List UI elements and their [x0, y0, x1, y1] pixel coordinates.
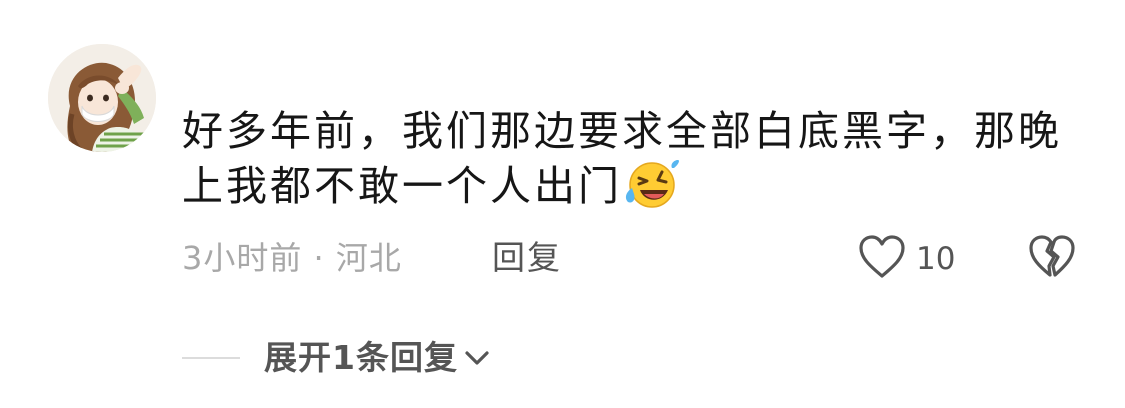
expand-replies-button[interactable]: 展开1条回复: [264, 336, 492, 380]
comment-location: 河北: [335, 239, 402, 277]
username-redacted: [182, 46, 382, 80]
avatar[interactable]: [48, 44, 156, 152]
comment-text: 好多年前，我们那边要求全部白底黑字，那晚上我都不敢一个人出门: [182, 104, 1082, 214]
comment-body: 好多年前，我们那边要求全部白底黑字，那晚上我都不敢一个人出门: [182, 107, 1062, 210]
meta-separator: ·: [313, 239, 325, 277]
reply-button[interactable]: 回复: [492, 236, 562, 280]
expand-replies-label: 展开1条回复: [264, 338, 458, 377]
rolling-on-floor-laughing-emoji: [625, 160, 679, 208]
like-count: 10: [916, 241, 956, 277]
broken-heart-icon[interactable]: [1028, 234, 1076, 280]
replies-divider: [182, 357, 240, 359]
chevron-down-icon: [465, 351, 489, 365]
user-avatar-illustration: [48, 44, 156, 152]
heart-outline-icon[interactable]: [858, 234, 906, 280]
comment-meta: 3小时前 · 河北: [182, 236, 402, 280]
comment-time: 3小时前: [182, 239, 303, 277]
